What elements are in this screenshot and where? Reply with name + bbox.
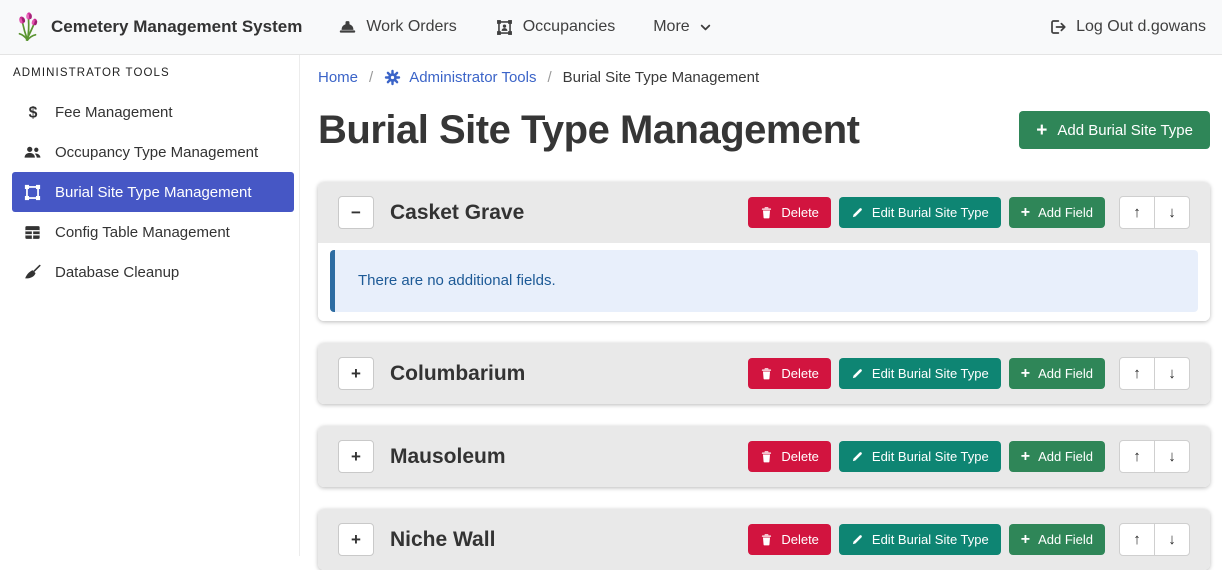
trash-icon (760, 533, 773, 546)
panel-title: Niche Wall (390, 528, 732, 552)
pencil-icon (851, 367, 864, 380)
broom-icon (22, 263, 43, 282)
breadcrumb-current: Burial Site Type Management (563, 69, 760, 86)
expand-collapse-button[interactable]: − (338, 196, 374, 229)
edit-burial-site-type-button[interactable]: Edit Burial Site Type (839, 358, 1001, 389)
trash-icon (760, 206, 773, 219)
delete-button[interactable]: Delete (748, 197, 831, 228)
dollar-icon: $ (22, 103, 43, 121)
sidebar-item-database-cleanup[interactable]: Database Cleanup (12, 252, 294, 292)
move-up-button[interactable]: ↑ (1119, 357, 1155, 390)
info-alert: There are no additional fields. (330, 250, 1198, 312)
svg-text:$: $ (28, 104, 37, 121)
plus-icon: + (1036, 121, 1047, 140)
panel-title: Casket Grave (390, 201, 732, 225)
sidebar-item-label: Database Cleanup (55, 264, 179, 281)
nav-item-more[interactable]: More (653, 18, 711, 37)
pencil-icon (851, 206, 864, 219)
breadcrumb-separator: / (369, 69, 373, 86)
sidebar-item-label: Burial Site Type Management (55, 184, 252, 201)
delete-button[interactable]: Delete (748, 358, 831, 389)
edit-burial-site-type-button[interactable]: Edit Burial Site Type (839, 524, 1001, 555)
add-field-button[interactable]: + Add Field (1009, 524, 1105, 555)
plus-icon: + (1021, 366, 1030, 382)
plus-icon: + (1021, 449, 1030, 465)
move-down-button[interactable]: ↓ (1154, 440, 1190, 473)
app-title: Cemetery Management System (51, 17, 302, 37)
sidebar-item-label: Occupancy Type Management (55, 144, 258, 161)
delete-button[interactable]: Delete (748, 441, 831, 472)
trash-icon (760, 450, 773, 463)
hard-hat-icon (338, 18, 357, 37)
occupancy-frame-icon (495, 18, 514, 37)
sidebar-item-fee-management[interactable]: $ Fee Management (12, 92, 294, 132)
nav-item-work-orders[interactable]: Work Orders (338, 18, 456, 37)
move-up-button[interactable]: ↑ (1119, 440, 1155, 473)
app-brand[interactable]: Cemetery Management System (16, 12, 302, 42)
breadcrumb: Home / Administrator Tools / Burial Site… (318, 69, 1210, 86)
panel-title: Mausoleum (390, 445, 732, 469)
panel-header: + Columbarium Delete Edit Burial Site Ty… (318, 343, 1210, 404)
add-field-button[interactable]: + Add Field (1009, 441, 1105, 472)
panel-title: Columbarium (390, 362, 732, 386)
navbar-links: Work Orders Occupancies More (338, 18, 711, 37)
logout-button[interactable]: Log Out d.gowans (1049, 18, 1206, 36)
panel-niche-wall: + Niche Wall Delete Edit Burial Site Typ… (318, 509, 1210, 570)
move-down-button[interactable]: ↓ (1154, 196, 1190, 229)
sidebar-item-occupancy-type-management[interactable]: Occupancy Type Management (12, 132, 294, 172)
add-burial-site-type-button[interactable]: + Add Burial Site Type (1019, 111, 1210, 149)
move-up-button[interactable]: ↑ (1119, 523, 1155, 556)
expand-collapse-button[interactable]: + (338, 523, 374, 556)
plus-icon: + (1021, 205, 1030, 221)
page-title: Burial Site Type Management (318, 102, 859, 158)
sidebar-header: ADMINISTRATOR TOOLS (0, 67, 299, 79)
edit-burial-site-type-button[interactable]: Edit Burial Site Type (839, 197, 1001, 228)
panel-header: + Mausoleum Delete Edit Burial Site Type… (318, 426, 1210, 487)
sidebar-item-label: Config Table Management (55, 224, 230, 241)
logout-icon (1049, 18, 1067, 36)
move-up-button[interactable]: ↑ (1119, 196, 1155, 229)
expand-collapse-button[interactable]: + (338, 440, 374, 473)
top-navbar: Cemetery Management System Work Orders O… (0, 0, 1222, 55)
sidebar-item-burial-site-type-management[interactable]: Burial Site Type Management (12, 172, 294, 212)
add-field-button[interactable]: + Add Field (1009, 358, 1105, 389)
delete-button[interactable]: Delete (748, 524, 831, 555)
panel-casket-grave: − Casket Grave Delete Edit Burial Site T… (318, 182, 1210, 321)
move-down-button[interactable]: ↓ (1154, 523, 1190, 556)
gear-icon (384, 69, 401, 86)
trash-icon (760, 367, 773, 380)
add-field-button[interactable]: + Add Field (1009, 197, 1105, 228)
breadcrumb-administrator-tools-link[interactable]: Administrator Tools (384, 69, 536, 86)
move-down-button[interactable]: ↓ (1154, 357, 1190, 390)
panel-columbarium: + Columbarium Delete Edit Burial Site Ty… (318, 343, 1210, 404)
logout-label: Log Out d.gowans (1076, 18, 1206, 36)
panel-header: − Casket Grave Delete Edit Burial Site T… (318, 182, 1210, 243)
sidebar-item-config-table-management[interactable]: Config Table Management (12, 212, 294, 252)
sidebar-item-label: Fee Management (55, 104, 173, 121)
main-content: Home / Administrator Tools / Burial Site… (300, 55, 1222, 556)
breadcrumb-home-link[interactable]: Home (318, 69, 358, 86)
users-icon (22, 143, 43, 162)
pencil-icon (851, 533, 864, 546)
vector-square-icon (22, 183, 43, 202)
expand-collapse-button[interactable]: + (338, 357, 374, 390)
panel-body: There are no additional fields. (318, 243, 1210, 321)
plus-icon: + (1021, 532, 1030, 548)
chevron-down-icon (699, 21, 712, 34)
admin-tools-sidebar: ADMINISTRATOR TOOLS $ Fee Management Occ… (0, 55, 300, 556)
edit-burial-site-type-button[interactable]: Edit Burial Site Type (839, 441, 1001, 472)
panel-mausoleum: + Mausoleum Delete Edit Burial Site Type… (318, 426, 1210, 487)
panel-header: + Niche Wall Delete Edit Burial Site Typ… (318, 509, 1210, 570)
nav-item-occupancies[interactable]: Occupancies (495, 18, 616, 37)
tulip-logo-icon (16, 12, 40, 42)
breadcrumb-separator: / (547, 69, 551, 86)
table-icon (22, 223, 43, 242)
pencil-icon (851, 450, 864, 463)
